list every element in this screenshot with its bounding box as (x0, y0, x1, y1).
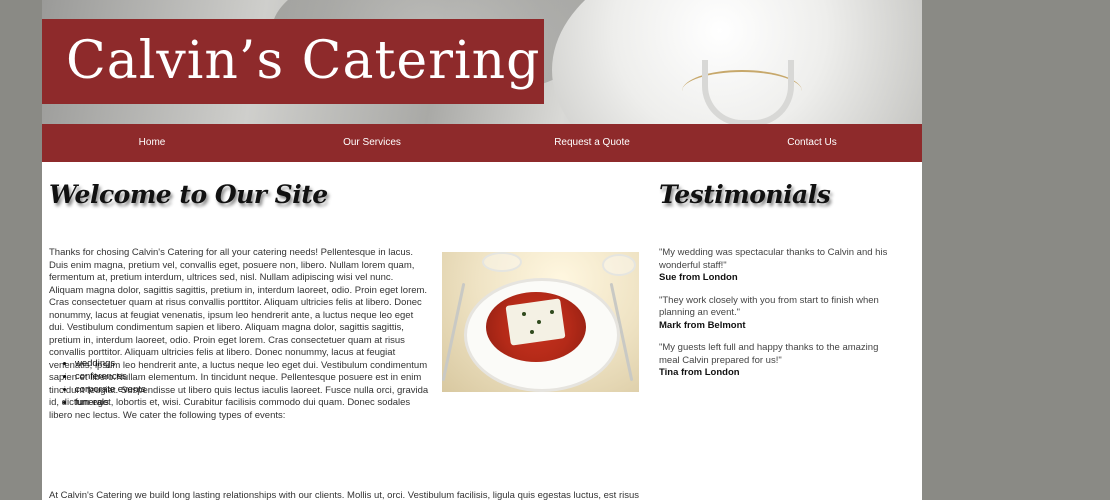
herb-garnish (550, 310, 554, 314)
nav-request-a-quote[interactable]: Request a Quote (482, 124, 702, 162)
herb-garnish (522, 312, 526, 316)
testimonial-quote: "My guests left full and happy thanks to… (659, 342, 879, 366)
wine-glass-decoration (482, 252, 522, 272)
testimonial-quote: "They work closely with you from start t… (659, 294, 879, 319)
teacup-handle-decoration (702, 60, 794, 124)
testimonial-quote: "My wedding was spectacular thanks to Ca… (659, 247, 888, 271)
page: Calvin’s Catering Home Our Services Requ… (42, 0, 922, 500)
herb-garnish (530, 330, 534, 334)
testimonial: "My wedding was spectacular thanks to Ca… (659, 247, 899, 285)
sidebar-title: Testimonials (659, 180, 831, 209)
testimonial: "They work closely with you from start t… (659, 295, 899, 333)
list-item: funerals (75, 396, 146, 409)
nav-home[interactable]: Home (42, 124, 262, 162)
food-image (442, 252, 639, 392)
nav-our-services[interactable]: Our Services (262, 124, 482, 162)
site-logo[interactable]: Calvin’s Catering (42, 19, 544, 104)
nav-contact-us[interactable]: Contact Us (702, 124, 922, 162)
list-item: conferences (75, 370, 146, 383)
main-nav: Home Our Services Request a Quote Contac… (42, 124, 922, 162)
main-content: Welcome to Our Site Thanks for chosing C… (49, 180, 639, 500)
list-item: weddings (75, 357, 146, 370)
events-list: weddings conferences corporate events fu… (49, 357, 146, 409)
sidebar: Testimonials "My wedding was spectacular… (659, 180, 899, 378)
testimonials-list: "My wedding was spectacular thanks to Ca… (659, 247, 899, 390)
testimonial-author: Tina from London (659, 367, 740, 378)
header-banner: Calvin’s Catering (42, 0, 922, 124)
outro-paragraph: At Calvin's Catering we build long lasti… (49, 490, 639, 500)
list-item: corporate events (75, 383, 146, 396)
herb-garnish (537, 320, 541, 324)
cheese-slice (505, 298, 566, 346)
testimonial: "My guests left full and happy thanks to… (659, 342, 899, 380)
testimonial-author: Sue from London (659, 272, 738, 283)
page-title: Welcome to Our Site (49, 180, 328, 209)
fork-decoration (442, 282, 466, 382)
wine-glass-decoration (602, 254, 636, 276)
testimonial-author: Mark from Belmont (659, 319, 746, 331)
